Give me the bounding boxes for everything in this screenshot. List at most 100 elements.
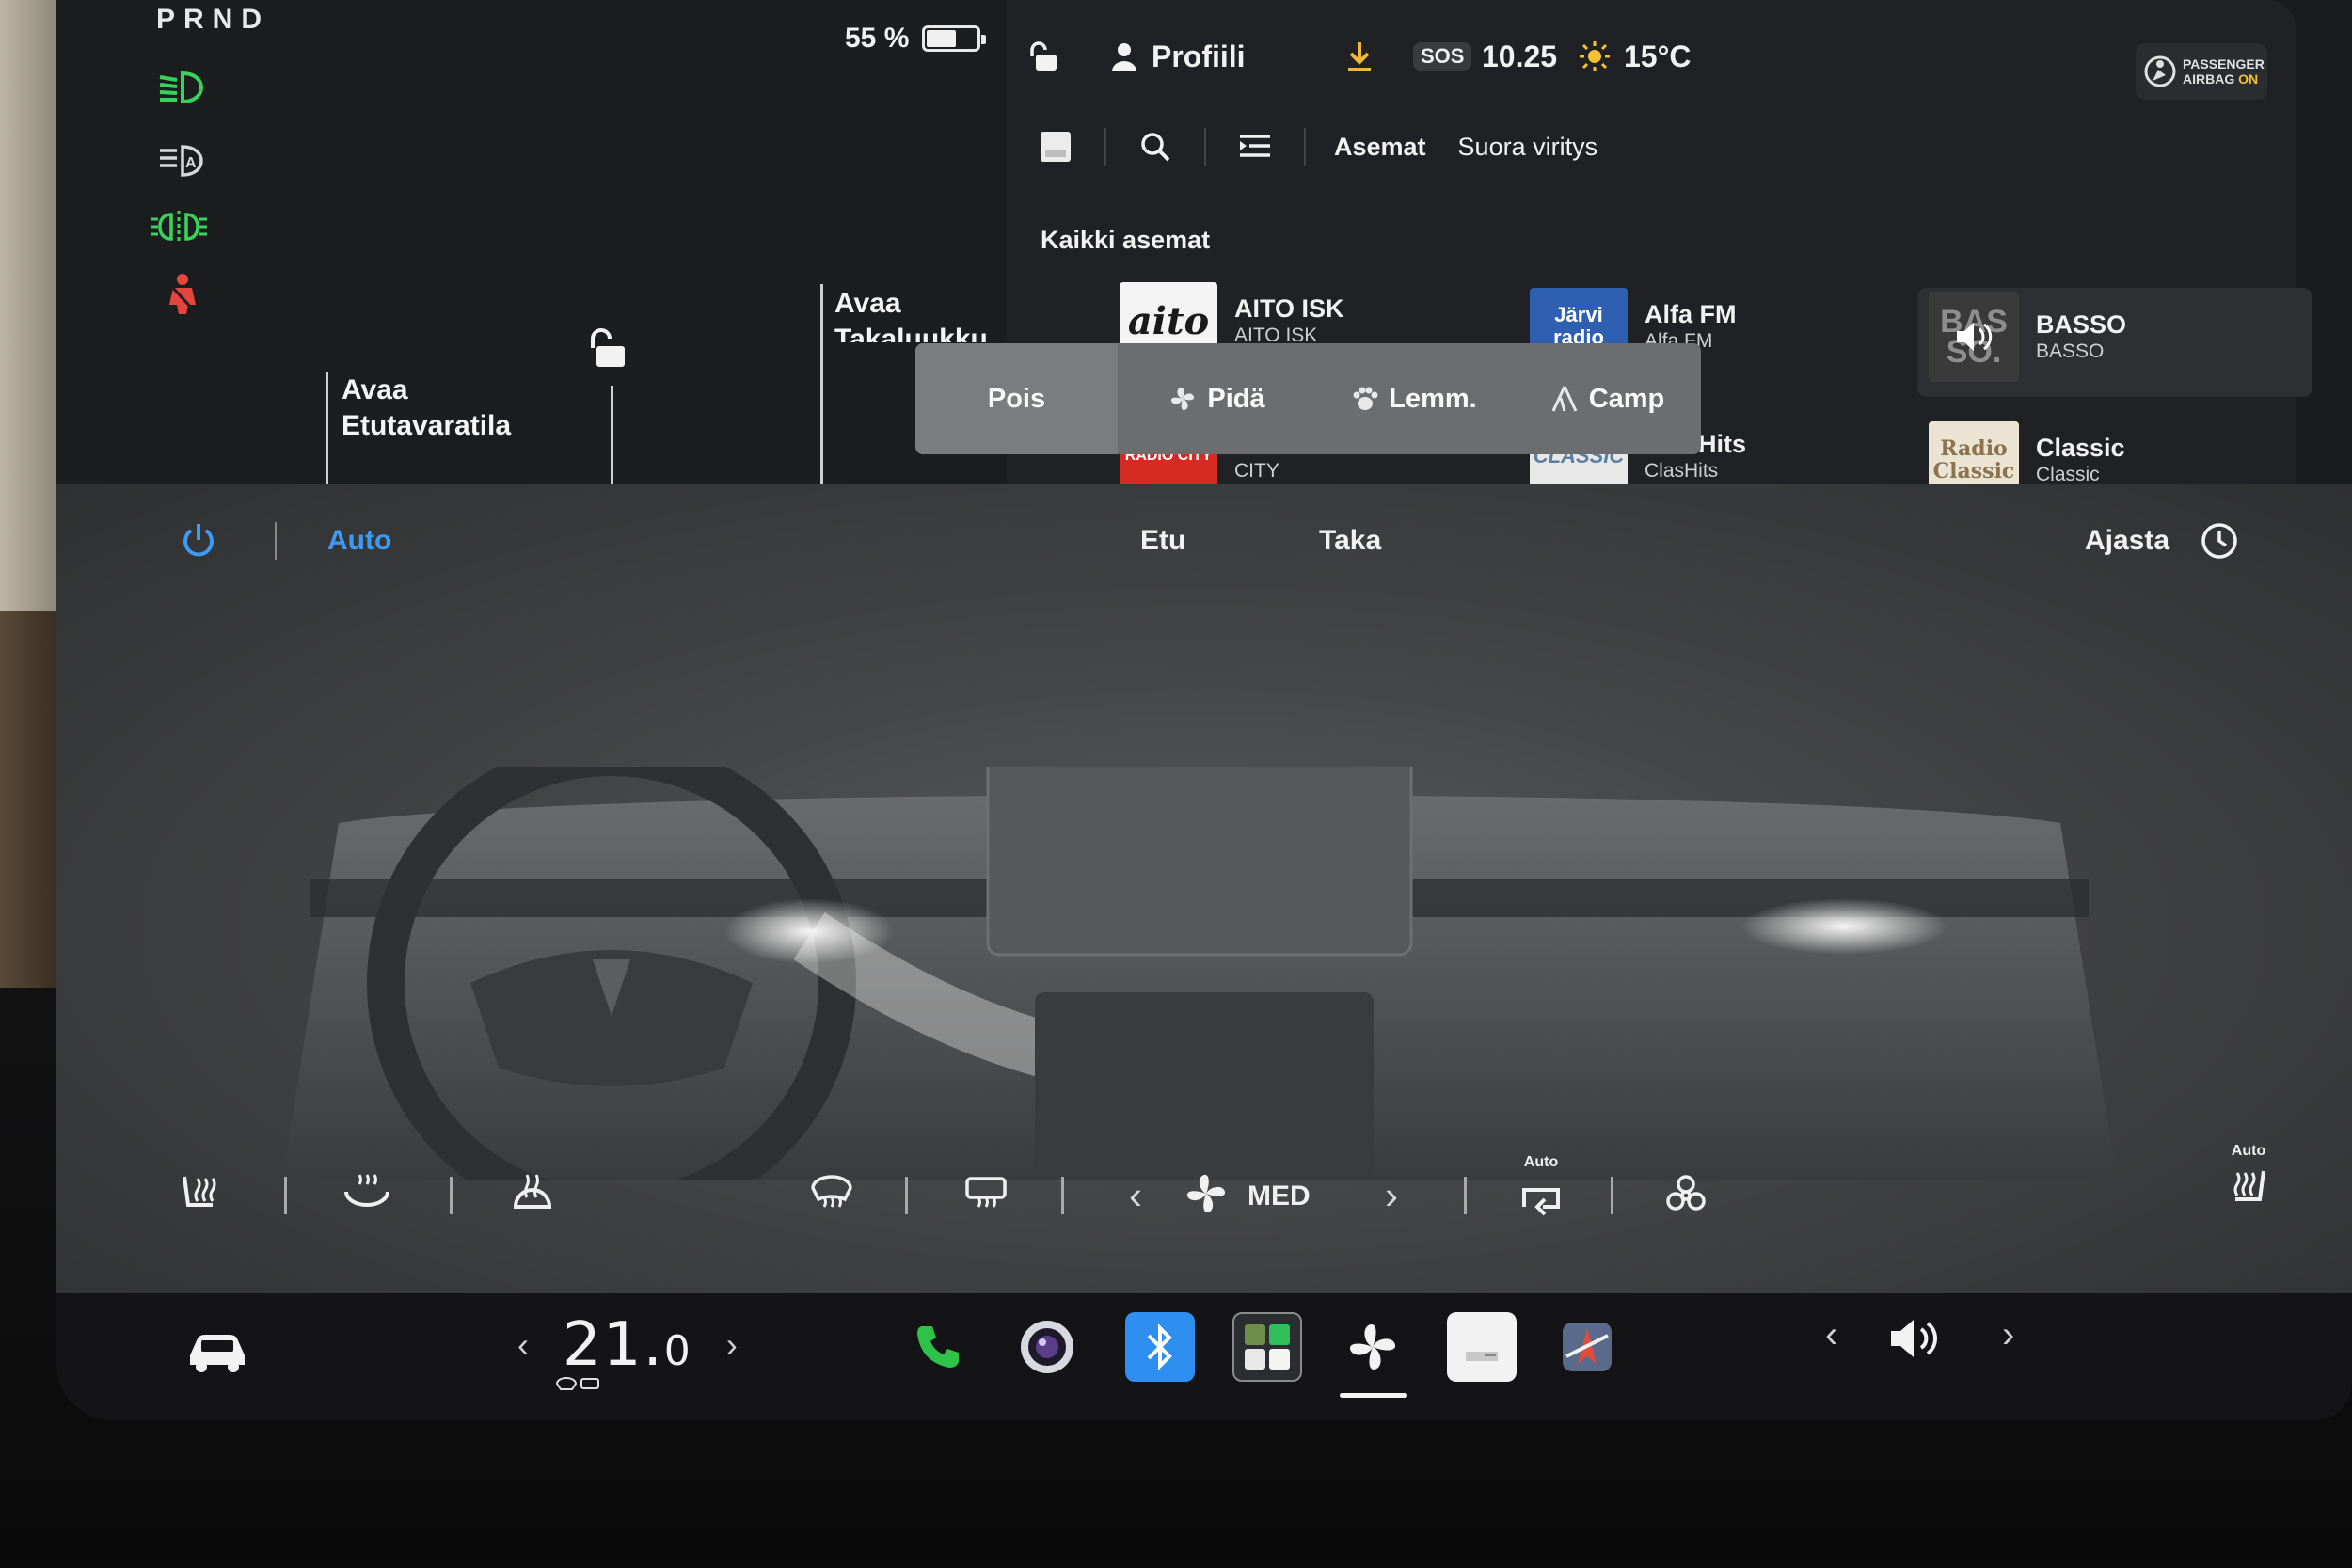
tab-direct-tune[interactable]: Suora viritys	[1458, 133, 1598, 162]
battery-icon	[922, 25, 987, 52]
volume-playing-icon	[1957, 323, 1993, 351]
volume-increase-button[interactable]: ›	[2002, 1314, 2014, 1356]
all-stations-heading: Kaikki asemat	[1041, 226, 1211, 254]
outside-temperature: 15°C	[1579, 28, 1692, 85]
profile-button[interactable]: Profiili	[1110, 28, 1246, 85]
front-defrost-icon[interactable]	[807, 1169, 856, 1218]
defrost-mini-icons	[555, 1376, 602, 1395]
battery-percent: 55 %	[845, 23, 910, 54]
tent-icon	[1551, 386, 1578, 412]
download-icon[interactable]	[1345, 28, 1374, 85]
mode-label: Lemm.	[1389, 383, 1477, 414]
car-icon[interactable]	[183, 1316, 252, 1386]
open-trunk-button[interactable]: Avaa Takaluukku	[834, 286, 1023, 342]
bioweapon-defense-icon[interactable]	[1661, 1171, 1710, 1220]
station-subtitle: ClasHits	[1645, 460, 1719, 482]
tab-front[interactable]: Etu	[1140, 513, 1185, 569]
apps-icon[interactable]	[1232, 1312, 1302, 1382]
driver-temperature: 21.0	[563, 1310, 692, 1380]
temp-decimal: 0	[663, 1327, 692, 1375]
airbag-label-prefix: AIRBAG	[2183, 71, 2235, 87]
passenger-airbag-indicator: PASSENGER AIRBAG ON	[2136, 43, 2267, 100]
sos-button[interactable]: SOS	[1413, 28, 1472, 85]
frunk-divider	[326, 372, 328, 484]
low-beam-icon	[154, 66, 211, 109]
navigation-icon[interactable]	[1552, 1312, 1622, 1382]
trunk-divider	[820, 284, 823, 484]
recirculation-icon[interactable]	[1517, 1177, 1565, 1226]
wiper-heat-icon[interactable]	[508, 1169, 557, 1218]
svg-text:A: A	[185, 155, 197, 171]
volume-decrease-button[interactable]: ‹	[1825, 1314, 1837, 1356]
fan-decrease-button[interactable]: ‹	[1129, 1173, 1142, 1218]
mode-off-button[interactable]: Pois	[915, 343, 1118, 454]
steering-heat-icon[interactable]	[342, 1169, 391, 1218]
station-name: BASSO	[2036, 310, 2127, 339]
frunk-unlock-icon[interactable]	[583, 325, 630, 372]
media-toolbar: Asemat Suora viritys	[1035, 122, 1597, 171]
driver-seat-heat-icon[interactable]	[175, 1171, 224, 1220]
mode-label: Pidä	[1207, 383, 1265, 414]
climate-panel: Auto Etu Taka Ajasta ‹ MED › Auto Auto	[56, 484, 2352, 1293]
camera-icon[interactable]	[1012, 1312, 1082, 1382]
climate-top-bar: Auto Etu Taka Ajasta	[56, 513, 2352, 569]
passenger-seat-heat-icon[interactable]	[2224, 1165, 2273, 1214]
profile-icon	[1112, 43, 1136, 71]
mode-dog-button[interactable]: Lemm.	[1315, 343, 1513, 454]
open-frunk-button[interactable]: Avaa Etutavaratila	[342, 372, 577, 444]
temp-decrease-button[interactable]: ‹	[517, 1325, 529, 1365]
queue-icon[interactable]	[1234, 126, 1276, 167]
climate-controls: ‹ MED › Auto Auto	[56, 1143, 2352, 1246]
airbag-icon	[2144, 55, 2176, 87]
station-name: Classic	[2036, 434, 2125, 462]
temperature-label: 15°C	[1624, 39, 1692, 73]
bluetooth-icon[interactable]	[1125, 1312, 1195, 1382]
auto-headlight-icon: A	[154, 139, 211, 182]
clock: 10.25	[1482, 39, 1558, 73]
radio-source-icon[interactable]	[1035, 126, 1076, 167]
volume-icon[interactable]	[1887, 1316, 1944, 1366]
station-logo-basso: BAS SO.	[1929, 292, 2019, 382]
mode-keep-button[interactable]: Pidä	[1118, 343, 1315, 454]
airbag-label-line1: PASSENGER	[2183, 56, 2265, 71]
recirculation-auto-label: Auto	[1523, 1154, 1559, 1170]
tab-stations[interactable]: Asemat	[1334, 133, 1426, 162]
fog-light-icon	[151, 205, 207, 248]
bottom-dock: ‹ 21.0 › ‹ ›	[56, 1293, 2352, 1420]
airbag-state: ON	[2238, 71, 2259, 87]
tab-rear[interactable]: Taka	[1319, 513, 1381, 569]
mode-label: Camp	[1588, 383, 1665, 414]
battery-fill	[927, 30, 957, 47]
gear-indicator: PRND	[156, 4, 271, 35]
phone-icon[interactable]	[903, 1312, 973, 1382]
mode-camp-button[interactable]: Camp	[1513, 343, 1701, 454]
clock-icon[interactable]	[2200, 513, 2239, 569]
temp-value: 21.	[563, 1310, 664, 1380]
seatbelt-warning-icon	[154, 273, 211, 316]
dashboard-illustration	[282, 767, 2117, 1180]
paw-icon	[1353, 387, 1378, 410]
frunk-divider-right	[611, 386, 613, 484]
active-indicator	[1340, 1393, 1407, 1398]
climate-power-icon[interactable]	[179, 513, 218, 569]
background-dashboard	[0, 611, 56, 988]
station-subtitle: CITY	[1234, 460, 1279, 482]
seat-auto-label: Auto	[2231, 1143, 2266, 1159]
radio-icon[interactable]	[1447, 1312, 1517, 1382]
fan-increase-button[interactable]: ›	[1385, 1173, 1398, 1218]
fan-icon	[1171, 387, 1195, 411]
rear-defrost-icon[interactable]	[961, 1169, 1010, 1218]
profile-label: Profiili	[1152, 39, 1246, 73]
driver-temperature-control: ‹ 21.0 ›	[517, 1310, 738, 1380]
mode-label: Pois	[987, 383, 1046, 414]
climate-fan-icon[interactable]	[1338, 1312, 1407, 1382]
temp-increase-button[interactable]: ›	[726, 1325, 738, 1365]
climate-auto-button[interactable]: Auto	[327, 513, 391, 569]
station-item-playing[interactable]: BAS SO. BASSO BASSO	[1929, 292, 2126, 382]
fan-icon	[1182, 1169, 1231, 1218]
station-name: AITO ISK	[1234, 294, 1344, 323]
station-name: Alfa FM	[1645, 300, 1737, 328]
search-icon[interactable]	[1135, 126, 1176, 167]
schedule-button[interactable]: Ajasta	[2085, 513, 2169, 569]
lock-icon[interactable]	[1027, 28, 1059, 85]
